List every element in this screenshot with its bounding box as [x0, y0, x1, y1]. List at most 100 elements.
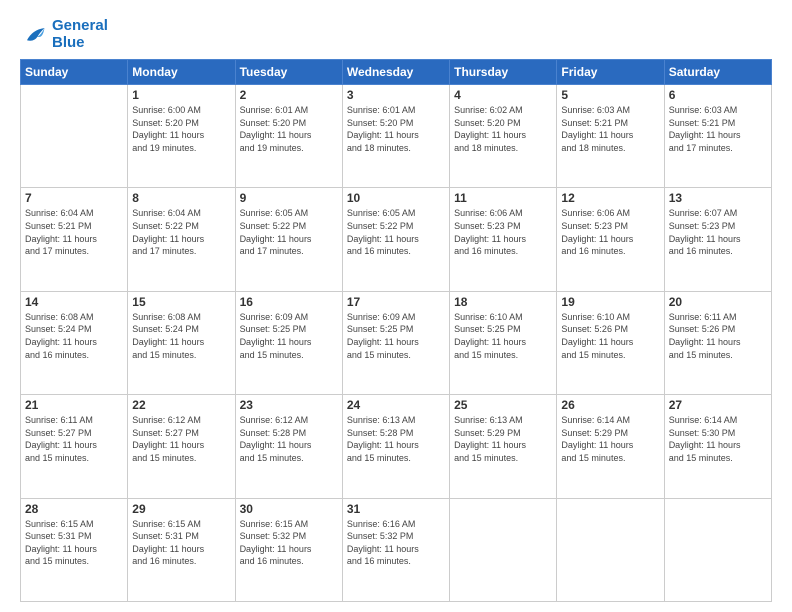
day-info: Sunrise: 6:06 AM Sunset: 5:23 PM Dayligh… [454, 207, 552, 257]
day-number: 5 [561, 88, 659, 102]
calendar-cell: 14 Sunrise: 6:08 AM Sunset: 5:24 PM Dayli… [21, 291, 128, 394]
day-info: Sunrise: 6:11 AM Sunset: 5:26 PM Dayligh… [669, 311, 767, 361]
day-number: 10 [347, 191, 445, 205]
day-info: Sunrise: 6:10 AM Sunset: 5:26 PM Dayligh… [561, 311, 659, 361]
page: General Blue SundayMondayTuesdayWednesda… [0, 0, 792, 612]
calendar-cell [21, 85, 128, 188]
day-header-wednesday: Wednesday [342, 60, 449, 85]
day-number: 11 [454, 191, 552, 205]
calendar-cell: 2 Sunrise: 6:01 AM Sunset: 5:20 PM Daylig… [235, 85, 342, 188]
day-number: 15 [132, 295, 230, 309]
day-info: Sunrise: 6:14 AM Sunset: 5:30 PM Dayligh… [669, 414, 767, 464]
calendar-cell: 18 Sunrise: 6:10 AM Sunset: 5:25 PM Dayli… [450, 291, 557, 394]
day-number: 7 [25, 191, 123, 205]
day-info: Sunrise: 6:15 AM Sunset: 5:31 PM Dayligh… [25, 518, 123, 568]
calendar-cell [664, 498, 771, 601]
day-number: 27 [669, 398, 767, 412]
day-header-saturday: Saturday [664, 60, 771, 85]
calendar-cell: 1 Sunrise: 6:00 AM Sunset: 5:20 PM Daylig… [128, 85, 235, 188]
week-row-2: 7Sunrise: 6:04 AM Sunset: 5:21 PM Daylig… [21, 188, 772, 291]
calendar-cell: 16 Sunrise: 6:09 AM Sunset: 5:25 PM Dayli… [235, 291, 342, 394]
day-number: 26 [561, 398, 659, 412]
day-info: Sunrise: 6:10 AM Sunset: 5:25 PM Dayligh… [454, 311, 552, 361]
week-row-3: 14 Sunrise: 6:08 AM Sunset: 5:24 PM Dayli… [21, 291, 772, 394]
calendar-cell: 28 Sunrise: 6:15 AM Sunset: 5:31 PM Dayli… [21, 498, 128, 601]
logo-text-line2: Blue [52, 35, 108, 52]
day-info: Sunrise: 6:08 AM Sunset: 5:24 PM Dayligh… [132, 311, 230, 361]
day-header-friday: Friday [557, 60, 664, 85]
day-number: 25 [454, 398, 552, 412]
week-row-4: 21 Sunrise: 6:11 AM Sunset: 5:27 PM Dayli… [21, 395, 772, 498]
calendar-cell: 27 Sunrise: 6:14 AM Sunset: 5:30 PM Dayli… [664, 395, 771, 498]
day-number: 21 [25, 398, 123, 412]
calendar-cell: 25 Sunrise: 6:13 AM Sunset: 5:29 PM Dayli… [450, 395, 557, 498]
calendar-cell: 13 Sunrise: 6:07 AM Sunset: 5:23 PM Dayli… [664, 188, 771, 291]
calendar-cell: 19 Sunrise: 6:10 AM Sunset: 5:26 PM Dayli… [557, 291, 664, 394]
header-row: SundayMondayTuesdayWednesdayThursdayFrid… [21, 60, 772, 85]
calendar-cell: 7Sunrise: 6:04 AM Sunset: 5:21 PM Daylig… [21, 188, 128, 291]
day-info: Sunrise: 6:03 AM Sunset: 5:21 PM Dayligh… [561, 104, 659, 154]
day-info: Sunrise: 6:13 AM Sunset: 5:28 PM Dayligh… [347, 414, 445, 464]
calendar-cell: 5 Sunrise: 6:03 AM Sunset: 5:21 PM Daylig… [557, 85, 664, 188]
day-number: 4 [454, 88, 552, 102]
day-info: Sunrise: 6:05 AM Sunset: 5:22 PM Dayligh… [240, 207, 338, 257]
day-header-thursday: Thursday [450, 60, 557, 85]
logo-text-line1: General [52, 18, 108, 35]
day-number: 17 [347, 295, 445, 309]
day-number: 6 [669, 88, 767, 102]
calendar-cell: 3 Sunrise: 6:01 AM Sunset: 5:20 PM Daylig… [342, 85, 449, 188]
day-info: Sunrise: 6:15 AM Sunset: 5:32 PM Dayligh… [240, 518, 338, 568]
day-number: 23 [240, 398, 338, 412]
calendar-cell: 4Sunrise: 6:02 AM Sunset: 5:20 PM Daylig… [450, 85, 557, 188]
day-number: 8 [132, 191, 230, 205]
calendar-cell: 23Sunrise: 6:12 AM Sunset: 5:28 PM Dayli… [235, 395, 342, 498]
day-number: 30 [240, 502, 338, 516]
day-info: Sunrise: 6:04 AM Sunset: 5:22 PM Dayligh… [132, 207, 230, 257]
calendar-cell: 30 Sunrise: 6:15 AM Sunset: 5:32 PM Dayli… [235, 498, 342, 601]
calendar-cell: 6 Sunrise: 6:03 AM Sunset: 5:21 PM Daylig… [664, 85, 771, 188]
day-number: 3 [347, 88, 445, 102]
day-number: 22 [132, 398, 230, 412]
day-number: 2 [240, 88, 338, 102]
day-info: Sunrise: 6:01 AM Sunset: 5:20 PM Dayligh… [240, 104, 338, 154]
day-info: Sunrise: 6:07 AM Sunset: 5:23 PM Dayligh… [669, 207, 767, 257]
calendar-cell: 20Sunrise: 6:11 AM Sunset: 5:26 PM Dayli… [664, 291, 771, 394]
day-info: Sunrise: 6:13 AM Sunset: 5:29 PM Dayligh… [454, 414, 552, 464]
day-number: 19 [561, 295, 659, 309]
day-number: 13 [669, 191, 767, 205]
day-info: Sunrise: 6:03 AM Sunset: 5:21 PM Dayligh… [669, 104, 767, 154]
calendar-cell: 31 Sunrise: 6:16 AM Sunset: 5:32 PM Dayli… [342, 498, 449, 601]
day-number: 16 [240, 295, 338, 309]
week-row-1: 1 Sunrise: 6:00 AM Sunset: 5:20 PM Daylig… [21, 85, 772, 188]
day-info: Sunrise: 6:06 AM Sunset: 5:23 PM Dayligh… [561, 207, 659, 257]
day-info: Sunrise: 6:14 AM Sunset: 5:29 PM Dayligh… [561, 414, 659, 464]
calendar-cell: 9 Sunrise: 6:05 AM Sunset: 5:22 PM Daylig… [235, 188, 342, 291]
day-header-sunday: Sunday [21, 60, 128, 85]
day-info: Sunrise: 6:16 AM Sunset: 5:32 PM Dayligh… [347, 518, 445, 568]
calendar-cell: 15 Sunrise: 6:08 AM Sunset: 5:24 PM Dayli… [128, 291, 235, 394]
day-info: Sunrise: 6:09 AM Sunset: 5:25 PM Dayligh… [347, 311, 445, 361]
calendar-cell: 8 Sunrise: 6:04 AM Sunset: 5:22 PM Daylig… [128, 188, 235, 291]
day-info: Sunrise: 6:01 AM Sunset: 5:20 PM Dayligh… [347, 104, 445, 154]
day-info: Sunrise: 6:05 AM Sunset: 5:22 PM Dayligh… [347, 207, 445, 257]
day-info: Sunrise: 6:15 AM Sunset: 5:31 PM Dayligh… [132, 518, 230, 568]
logo-icon [20, 21, 48, 49]
calendar-cell: 24Sunrise: 6:13 AM Sunset: 5:28 PM Dayli… [342, 395, 449, 498]
day-number: 28 [25, 502, 123, 516]
day-number: 1 [132, 88, 230, 102]
day-info: Sunrise: 6:08 AM Sunset: 5:24 PM Dayligh… [25, 311, 123, 361]
day-header-tuesday: Tuesday [235, 60, 342, 85]
day-number: 12 [561, 191, 659, 205]
calendar-cell [450, 498, 557, 601]
day-number: 14 [25, 295, 123, 309]
day-number: 31 [347, 502, 445, 516]
day-number: 18 [454, 295, 552, 309]
calendar-cell: 17 Sunrise: 6:09 AM Sunset: 5:25 PM Dayli… [342, 291, 449, 394]
calendar-cell: 11 Sunrise: 6:06 AM Sunset: 5:23 PM Dayli… [450, 188, 557, 291]
day-info: Sunrise: 6:00 AM Sunset: 5:20 PM Dayligh… [132, 104, 230, 154]
calendar-cell: 21 Sunrise: 6:11 AM Sunset: 5:27 PM Dayli… [21, 395, 128, 498]
day-info: Sunrise: 6:11 AM Sunset: 5:27 PM Dayligh… [25, 414, 123, 464]
day-info: Sunrise: 6:09 AM Sunset: 5:25 PM Dayligh… [240, 311, 338, 361]
logo: General Blue [20, 18, 108, 51]
day-number: 9 [240, 191, 338, 205]
